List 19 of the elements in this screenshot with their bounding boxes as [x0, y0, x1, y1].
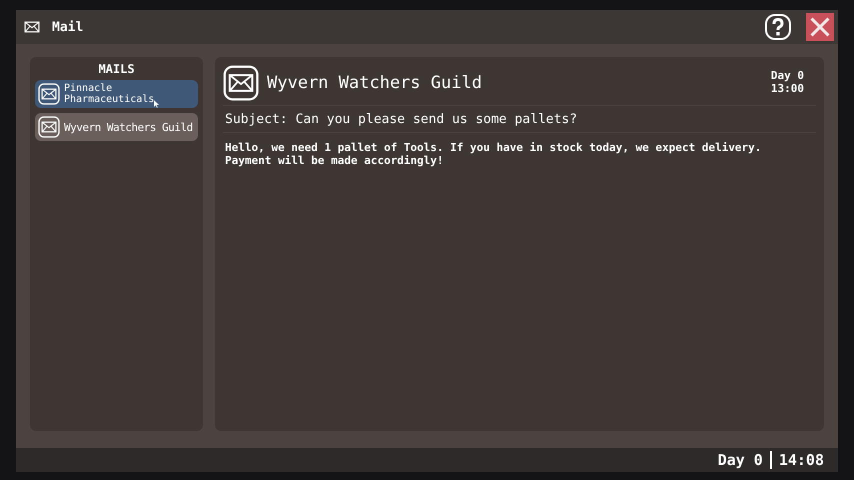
status-day: Day 0 [718, 451, 763, 469]
close-icon [809, 16, 831, 38]
help-button[interactable] [765, 14, 791, 40]
message-day: Day 0 [770, 69, 804, 82]
envelope-icon [38, 83, 60, 105]
envelope-icon [223, 65, 259, 101]
mail-item[interactable]: Wyvern Watchers Guild [35, 113, 198, 141]
close-button[interactable] [806, 13, 834, 41]
status-time: 14:08 [778, 451, 824, 469]
envelope-icon [38, 116, 60, 138]
mail-item[interactable]: Pinnacle Pharmaceuticals [35, 80, 198, 108]
message-body: Hello, we need 1 pallet of Tools. If you have in stock today, we expect delivery. Payment will be made accordingly! [224, 140, 762, 169]
sender-name: Wyvern Watchers Guild [267, 73, 482, 93]
cursor-icon [154, 100, 159, 108]
window-title: Mail [52, 20, 84, 34]
mail-list-heading: MAILS [98, 62, 135, 76]
message-subject: Subject: Can you please send us some pallets? [223, 106, 816, 133]
message-time: 13:00 [770, 82, 804, 95]
question-icon [765, 14, 791, 40]
